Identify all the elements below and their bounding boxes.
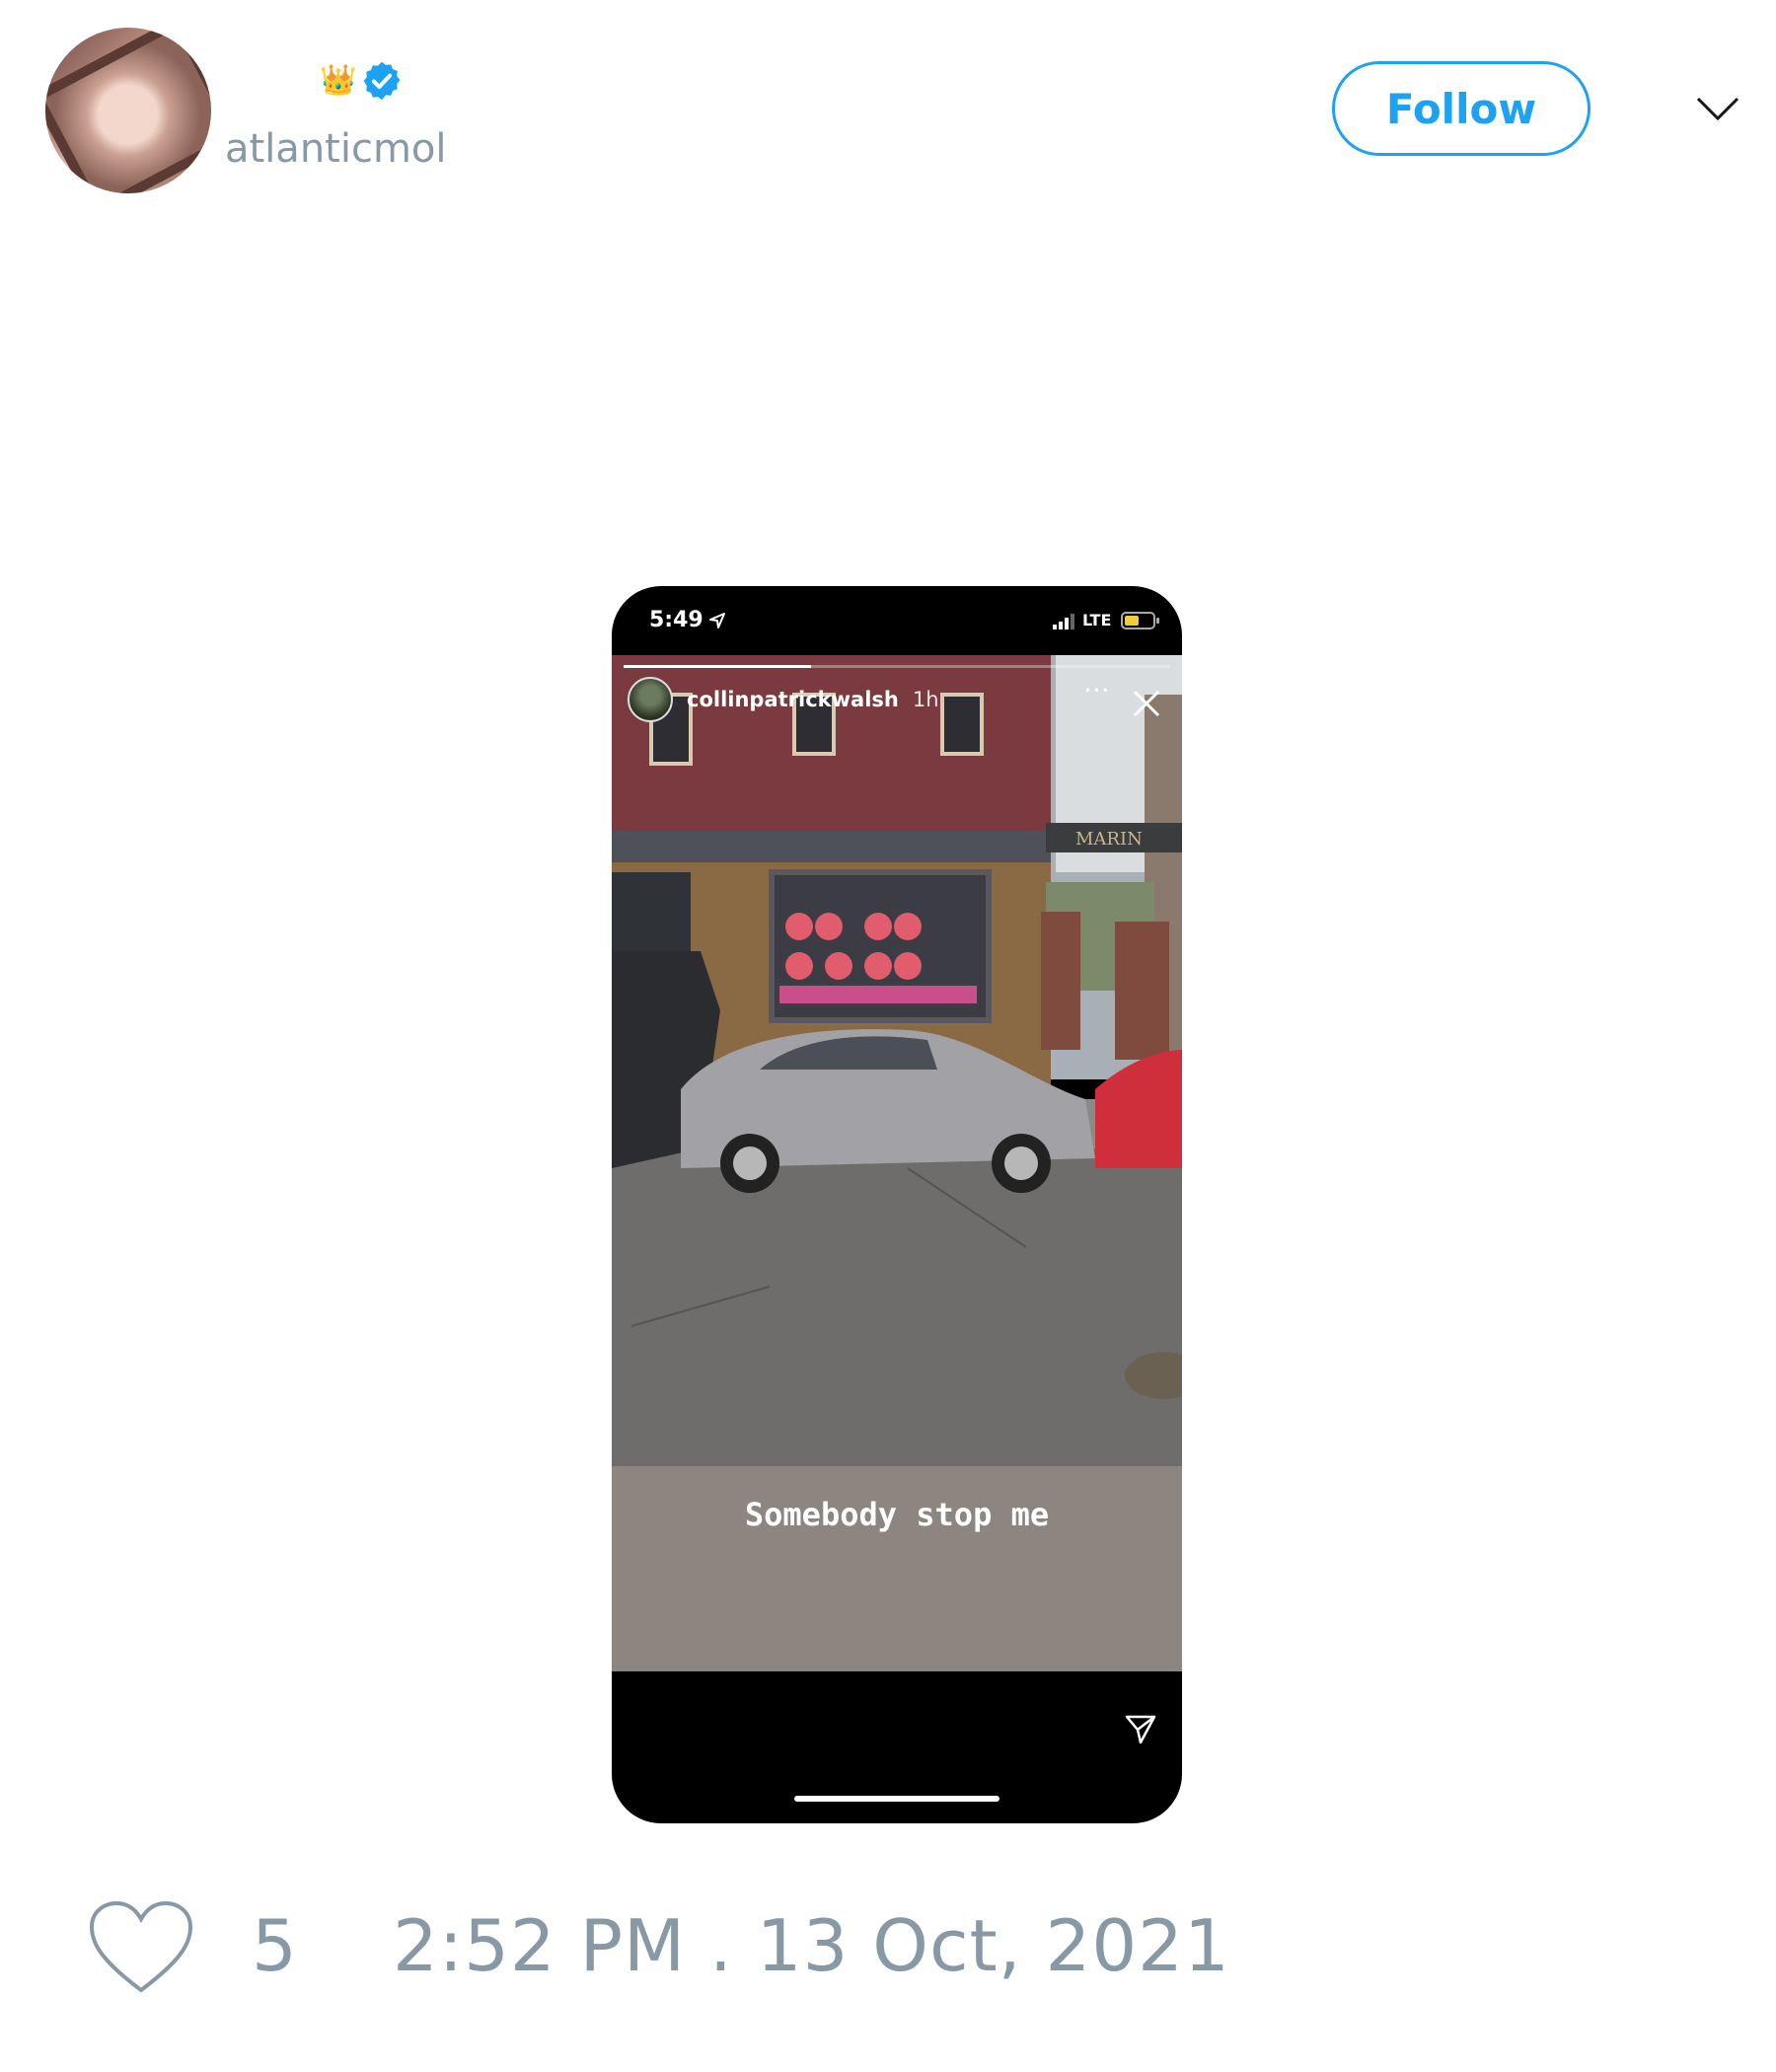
- story-time: 1h: [912, 688, 939, 711]
- send-icon[interactable]: [1124, 1713, 1157, 1746]
- story-username[interactable]: collinpatrickwalsh: [687, 688, 899, 711]
- crown-emoji: 👑: [320, 63, 357, 98]
- display-name[interactable]: 👑: [320, 59, 404, 103]
- status-time: 5:49: [649, 608, 703, 632]
- story-avatar[interactable]: [628, 677, 673, 722]
- avatar[interactable]: [45, 28, 211, 193]
- location-arrow-icon: [709, 613, 725, 629]
- heart-icon[interactable]: [87, 1899, 195, 1998]
- verified-badge-icon: [364, 61, 401, 101]
- story-user[interactable]: collinpatrickwalsh 1h: [628, 677, 939, 722]
- battery-icon: [1121, 612, 1159, 629]
- street-photo: MARIN: [612, 655, 1182, 1466]
- signal-icon: [1053, 614, 1074, 629]
- home-indicator: [794, 1796, 999, 1802]
- user-handle[interactable]: atlanticmol: [225, 126, 447, 172]
- tweet-card: 👑 atlanticmol Follow 5:49 LTE MARIN coll…: [0, 0, 1776, 2072]
- caption-band: Somebody stop me: [612, 1466, 1182, 1671]
- like-count[interactable]: 5: [252, 1904, 297, 1987]
- status-bar: 5:49 LTE: [612, 586, 1182, 655]
- tweet-timestamp[interactable]: 2:52 PM . 13 Oct, 2021: [393, 1904, 1230, 1987]
- story-caption: Somebody stop me: [744, 1496, 1050, 1533]
- story-frame: MARIN collinpatrickwalsh 1h ··· Somebody…: [612, 655, 1182, 1671]
- close-icon[interactable]: [1132, 689, 1161, 718]
- story-progress-bar: [624, 665, 1170, 668]
- story-screenshot[interactable]: 5:49 LTE MARIN collinpatrickwalsh 1h ···…: [612, 586, 1182, 1823]
- more-options-icon[interactable]: ···: [1083, 677, 1110, 704]
- network-label: LTE: [1082, 611, 1112, 629]
- follow-button[interactable]: Follow: [1332, 61, 1591, 156]
- storefront-sign: MARIN: [1075, 829, 1143, 850]
- chevron-down-icon[interactable]: [1695, 95, 1740, 122]
